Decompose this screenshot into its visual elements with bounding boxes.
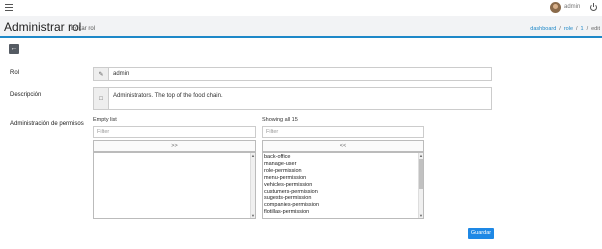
breadcrumb-role[interactable]: role xyxy=(564,26,573,32)
descripcion-label: Descripción xyxy=(10,92,42,98)
back-button[interactable]: ← xyxy=(9,44,19,54)
breadcrumb-separator: / xyxy=(576,26,578,32)
left-list-items xyxy=(94,153,255,154)
scroll-up-icon[interactable]: ▲ xyxy=(419,153,423,158)
scroll-down-icon[interactable]: ▼ xyxy=(419,213,423,218)
left-scrollbar[interactable]: ▲ ▼ xyxy=(250,153,255,218)
rol-value[interactable]: admin xyxy=(113,71,129,77)
breadcrumb-separator: / xyxy=(586,26,589,32)
list-item[interactable]: companies-permission xyxy=(264,202,423,209)
breadcrumb-dashboard[interactable]: dashboard xyxy=(530,26,556,32)
user-name[interactable]: admin xyxy=(564,4,580,10)
left-listbox[interactable]: ▲ ▼ xyxy=(93,152,256,219)
breadcrumb-current: edit xyxy=(591,26,600,32)
comment-icon: □ xyxy=(94,88,109,109)
page-title: Administrar rol xyxy=(4,20,82,34)
avatar[interactable] xyxy=(550,2,561,13)
breadcrumb: dashboard / role / 1 / edit xyxy=(530,26,600,32)
arrow-left-icon: ← xyxy=(10,45,18,52)
breadcrumb-separator: / xyxy=(559,26,561,32)
pencil-icon: ✎ xyxy=(94,68,109,80)
right-list-items: back-office manage-user role-permission … xyxy=(263,153,423,216)
right-listbox[interactable]: back-office manage-user role-permission … xyxy=(262,152,424,219)
list-item[interactable]: vehicles-permission xyxy=(264,182,423,189)
list-item[interactable]: sugests-permission xyxy=(264,195,423,202)
right-scrollbar[interactable]: ▲ ▼ xyxy=(418,153,423,218)
rol-field[interactable]: ✎ admin xyxy=(93,67,492,81)
left-filter-input[interactable]: Filter xyxy=(93,126,256,138)
descripcion-value[interactable]: Administrators. The top of the food chai… xyxy=(113,93,223,99)
permisos-label: Administración de permisos xyxy=(10,121,84,127)
move-all-left-button[interactable]: << xyxy=(262,140,424,152)
scroll-up-icon[interactable]: ▲ xyxy=(251,153,255,158)
list-item[interactable]: flotillas-permission xyxy=(264,209,423,216)
power-icon[interactable] xyxy=(590,3,597,11)
right-filter-input[interactable]: Filter xyxy=(262,126,424,138)
scroll-thumb[interactable] xyxy=(419,159,423,189)
page-subtitle: Editar rol xyxy=(71,26,96,32)
right-list-caption: Showing all 15 xyxy=(262,117,298,123)
list-item[interactable]: back-office xyxy=(264,154,423,161)
list-item[interactable]: manage-user xyxy=(264,161,423,168)
hamburger-icon[interactable] xyxy=(5,4,13,11)
save-button[interactable]: Guardar xyxy=(468,228,494,239)
move-all-right-button[interactable]: >> xyxy=(93,140,256,152)
list-item[interactable]: role-permission xyxy=(264,168,423,175)
left-list-caption: Empty list xyxy=(93,117,117,123)
scroll-down-icon[interactable]: ▼ xyxy=(251,213,255,218)
descripcion-field[interactable]: □ Administrators. The top of the food ch… xyxy=(93,87,492,110)
page-header: Administrar rol Editar rol dashboard / r… xyxy=(0,16,602,38)
rol-label: Rol xyxy=(10,70,20,76)
list-item[interactable]: custumers-permission xyxy=(264,189,423,196)
breadcrumb-id[interactable]: 1 xyxy=(581,26,584,32)
top-bar: admin xyxy=(0,0,602,16)
list-item[interactable]: menu-permission xyxy=(264,175,423,182)
